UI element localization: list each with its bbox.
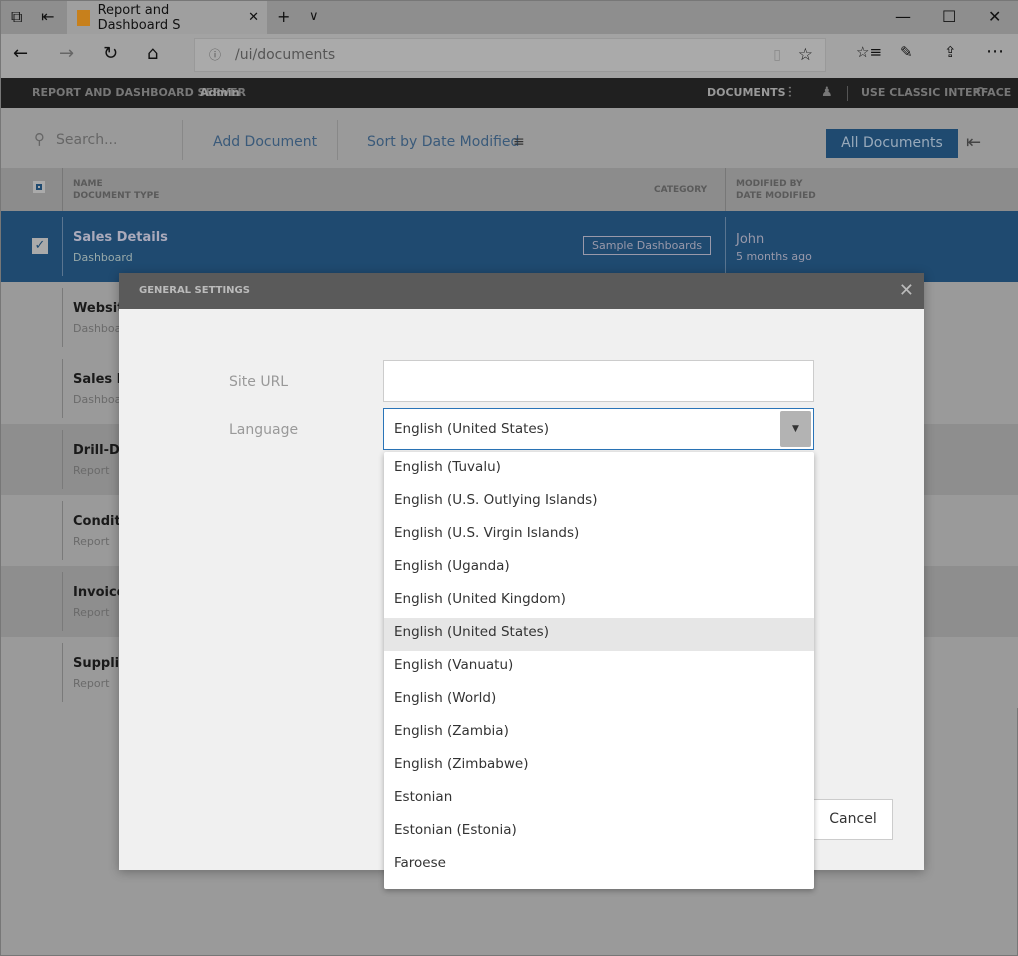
divider: [847, 86, 848, 101]
refresh-icon[interactable]: ↻: [103, 43, 118, 64]
set-aside-tabs-icon[interactable]: ⇤: [41, 7, 54, 26]
user-name: Admin: [200, 86, 240, 99]
new-tab-icon[interactable]: +: [277, 7, 290, 26]
row-checkbox[interactable]: ✓: [32, 238, 48, 254]
column-header: NAME DOCUMENT TYPE CATEGORY MODIFIED BY …: [1, 168, 1018, 211]
document-name: Sales Details: [73, 230, 168, 245]
document-type: Report: [73, 677, 110, 690]
favorite-star-icon[interactable]: ☆: [798, 39, 813, 71]
more-icon[interactable]: ⋯: [986, 41, 1004, 62]
divider: [725, 217, 726, 276]
app-favicon-icon: [77, 9, 90, 26]
language-option[interactable]: English (Zambia): [384, 717, 814, 750]
close-icon[interactable]: ✕: [899, 273, 914, 309]
col-modified-by[interactable]: MODIFIED BY: [736, 179, 803, 189]
language-label: Language: [229, 422, 299, 438]
search-icon: ⚲: [34, 130, 45, 148]
maximize-icon[interactable]: ☐: [942, 7, 956, 26]
document-type: Report: [73, 535, 110, 548]
document-type: Dashboard: [73, 251, 133, 264]
add-document-button[interactable]: Add Document: [213, 134, 317, 150]
info-icon: ⓘ: [209, 48, 222, 62]
app-header: REPORT AND DASHBOARD SERVER Admin DOCUME…: [1, 78, 1018, 108]
documents-link[interactable]: DOCUMENTS: [707, 78, 786, 108]
cancel-button[interactable]: Cancel: [813, 799, 893, 840]
language-option[interactable]: English (Uganda): [384, 552, 814, 585]
language-option[interactable]: English (U.S. Virgin Islands): [384, 519, 814, 552]
tab-list-chevron-icon[interactable]: ∨: [309, 9, 319, 24]
divider: [62, 168, 63, 211]
dialog-header: GENERAL SETTINGS ✕: [119, 273, 924, 309]
favorites-icon[interactable]: ☆≡: [856, 43, 882, 61]
forward-icon[interactable]: →: [59, 43, 74, 64]
close-window-icon[interactable]: ✕: [988, 7, 1001, 26]
document-name: Invoice: [73, 585, 126, 600]
document-type: Report: [73, 464, 110, 477]
undo-icon: ↶: [974, 85, 985, 100]
language-option[interactable]: English (Tuvalu): [384, 453, 814, 486]
classic-interface-link[interactable]: USE CLASSIC INTERFACE: [861, 78, 1011, 108]
language-option[interactable]: English (U.S. Outlying Islands): [384, 486, 814, 519]
divider: [182, 120, 183, 160]
site-url-input[interactable]: [383, 360, 814, 402]
toolbar: ⚲ Search... Add Document Sort by Date Mo…: [1, 108, 1018, 168]
select-all-checkbox[interactable]: [33, 181, 45, 193]
language-selected-value: English (United States): [394, 421, 549, 437]
language-select[interactable]: English (United States) ▼: [383, 408, 814, 450]
chevron-down-icon[interactable]: ▼: [780, 411, 811, 447]
language-option[interactable]: Estonian (Estonia): [384, 816, 814, 849]
document-type: Dashboar: [73, 393, 126, 406]
document-name: Conditi: [73, 514, 126, 529]
tab-title: Report and Dashboard S: [97, 2, 181, 33]
sort-button[interactable]: Sort by Date Modified: [367, 134, 519, 150]
col-date[interactable]: DATE MODIFIED: [736, 191, 816, 201]
sort-icon[interactable]: ≡: [513, 134, 525, 150]
all-documents-button[interactable]: All Documents: [826, 129, 958, 158]
dialog-title: GENERAL SETTINGS: [139, 285, 250, 296]
tab-manager-icon[interactable]: ⧉: [11, 7, 22, 27]
search-input[interactable]: Search...: [56, 132, 117, 148]
language-option[interactable]: Estonian: [384, 783, 814, 816]
browser-tab-bar: ⧉ ⇤ Report and Dashboard S ✕ + ∨ — ☐ ✕: [1, 1, 1018, 34]
category-badge[interactable]: Sample Dashboards: [583, 236, 712, 255]
language-option[interactable]: Faroese: [384, 849, 814, 882]
document-type: Report: [73, 606, 110, 619]
address-bar[interactable]: ⓘ /ui/documents ▯ ☆: [194, 38, 826, 72]
divider: [337, 120, 338, 160]
share-icon[interactable]: ⇪: [944, 43, 957, 61]
site-url-label: Site URL: [229, 374, 289, 390]
notes-icon[interactable]: ✎: [900, 43, 913, 61]
all-documents-label: All Documents: [841, 135, 943, 151]
language-dropdown-list[interactable]: English (Tuvalu) English (U.S. Outlying I…: [384, 452, 814, 889]
collapse-panel-icon[interactable]: ⇤: [966, 132, 981, 153]
settings-sliders-icon[interactable]: ⫶: [788, 78, 792, 108]
document-type: Dashboar: [73, 322, 126, 335]
col-category[interactable]: CATEGORY: [654, 185, 707, 195]
col-name[interactable]: NAME: [73, 179, 103, 189]
browser-tab[interactable]: Report and Dashboard S ✕: [67, 1, 267, 34]
user-icon[interactable]: ♟: [821, 78, 833, 108]
home-icon[interactable]: ⌂: [147, 43, 158, 64]
language-option[interactable]: English (Vanuatu): [384, 651, 814, 684]
language-option[interactable]: English (United Kingdom): [384, 585, 814, 618]
reading-view-icon[interactable]: ▯: [773, 39, 781, 71]
language-option[interactable]: English (United States): [384, 618, 814, 651]
minimize-icon[interactable]: —: [895, 7, 911, 26]
language-option[interactable]: English (Zimbabwe): [384, 750, 814, 783]
modified-by: John: [736, 232, 765, 247]
date-modified: 5 months ago: [736, 250, 812, 263]
col-type[interactable]: DOCUMENT TYPE: [73, 191, 159, 201]
language-option[interactable]: English (World): [384, 684, 814, 717]
cancel-label: Cancel: [829, 811, 877, 827]
table-row[interactable]: ✓ Sales Details Dashboard Sample Dashboa…: [1, 211, 1018, 282]
url-text: /ui/documents: [235, 47, 336, 63]
close-tab-icon[interactable]: ✕: [248, 10, 259, 25]
divider: [725, 168, 726, 211]
document-name: Websit: [73, 301, 124, 316]
back-icon[interactable]: ←: [13, 43, 28, 64]
